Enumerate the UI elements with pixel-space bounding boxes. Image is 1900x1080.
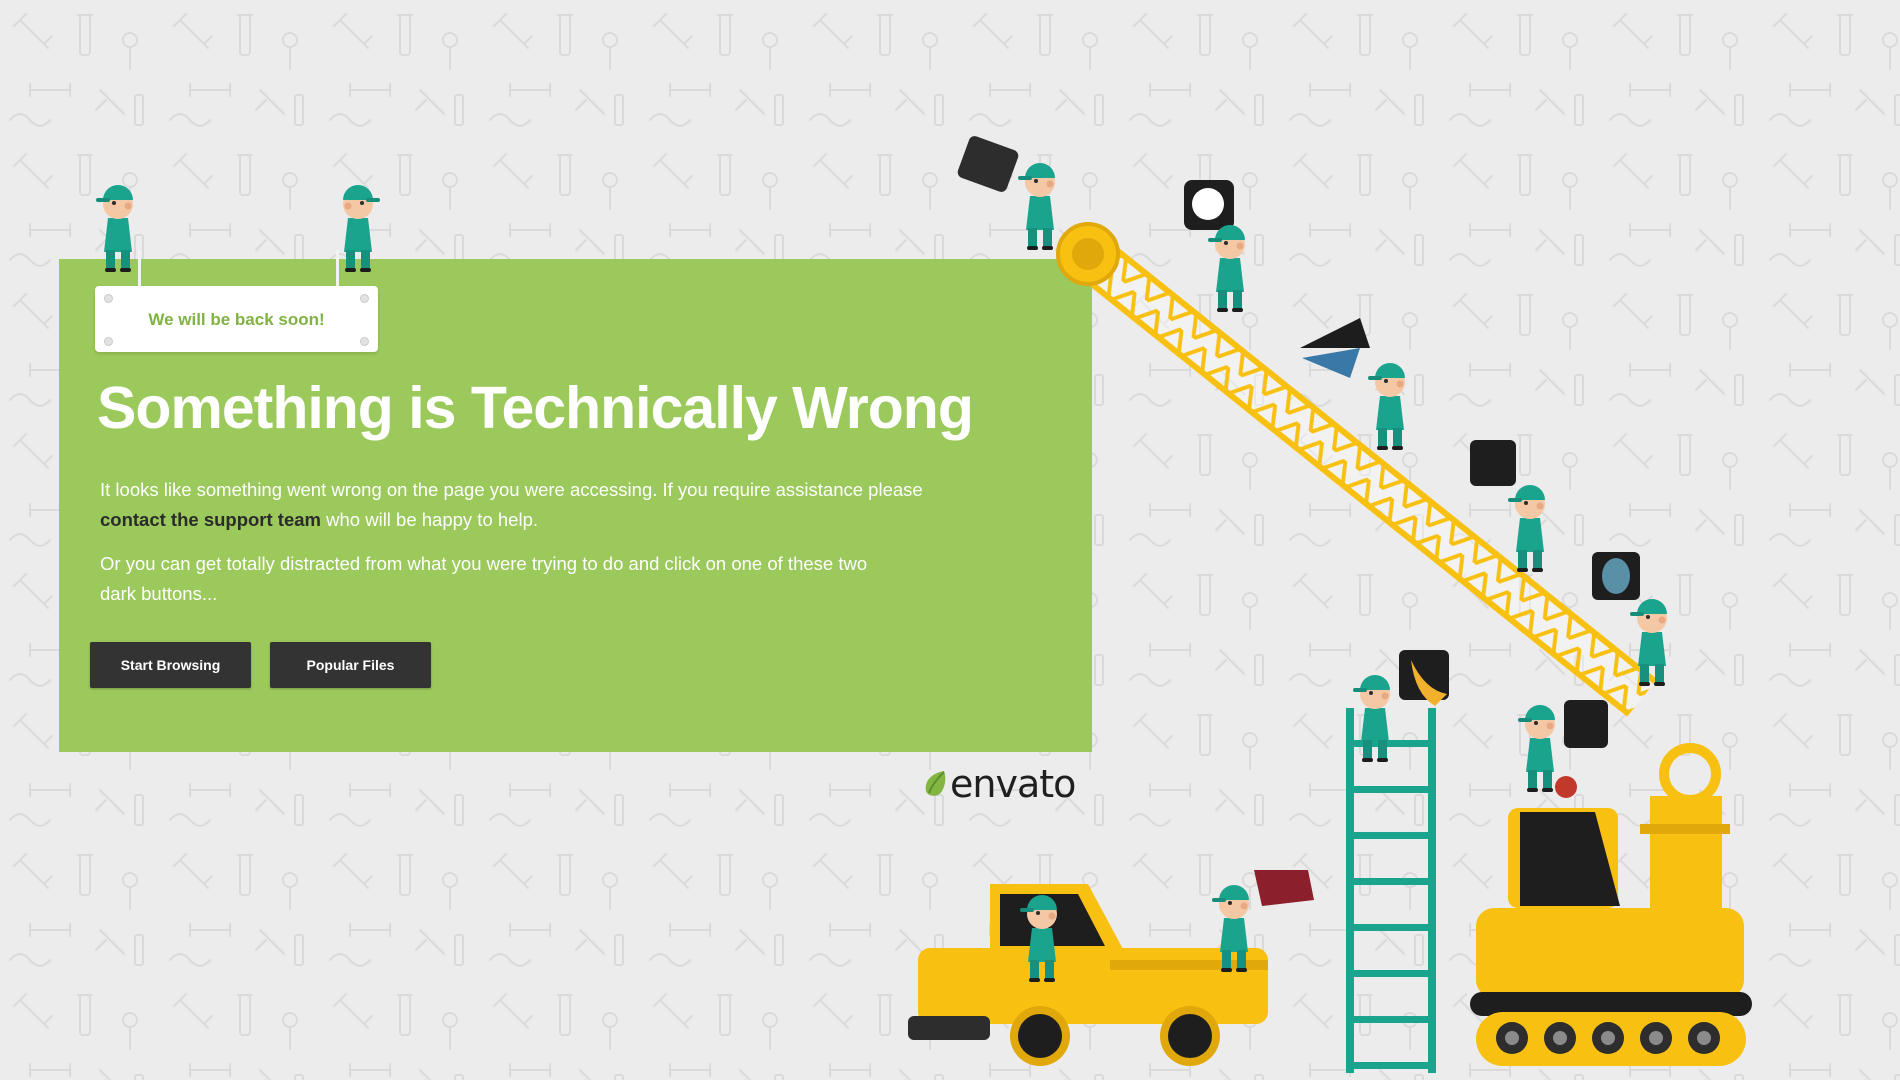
bolt-icon bbox=[360, 294, 369, 303]
sign-text: We will be back soon! bbox=[148, 310, 325, 329]
description-text-end: who will be happy to help. bbox=[326, 509, 538, 530]
distraction-text: Or you can get totally distracted from w… bbox=[100, 553, 868, 604]
popular-files-button[interactable]: Popular Files bbox=[270, 642, 431, 688]
bolt-icon bbox=[104, 294, 113, 303]
sign-rope-left bbox=[138, 250, 141, 288]
envato-logo[interactable]: envato bbox=[922, 762, 1076, 806]
error-description: It looks like something went wrong on th… bbox=[100, 475, 930, 535]
bolt-icon bbox=[104, 337, 113, 346]
bolt-icon bbox=[360, 337, 369, 346]
support-link[interactable]: contact the support team bbox=[100, 509, 321, 530]
logo-text: envato bbox=[950, 762, 1076, 806]
envato-leaf-icon bbox=[925, 771, 946, 796]
back-soon-sign: We will be back soon! bbox=[95, 286, 378, 352]
start-browsing-button[interactable]: Start Browsing bbox=[90, 642, 251, 688]
description-text-start: It looks like something went wrong on th… bbox=[100, 479, 923, 500]
sign-rope-right bbox=[336, 250, 339, 288]
page-title: Something is Technically Wrong bbox=[97, 375, 974, 441]
